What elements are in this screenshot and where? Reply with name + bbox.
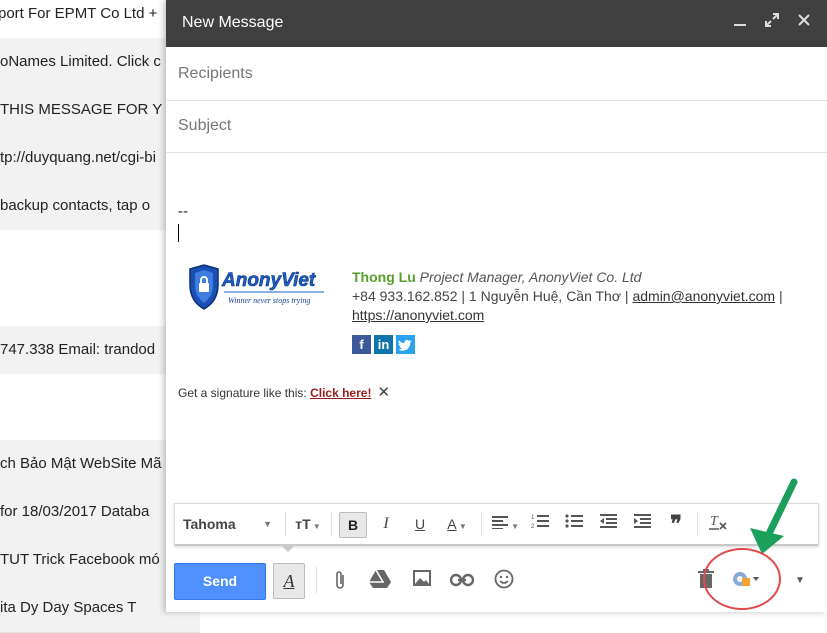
numbered-list-icon[interactable]: 12 <box>527 512 553 536</box>
social-links: f in <box>352 335 415 354</box>
compose-window: New Message Recipients Subject -- AnonyV… <box>166 0 827 612</box>
drive-icon[interactable] <box>368 569 392 593</box>
expand-icon[interactable] <box>763 12 781 33</box>
logo-tagline: Winner never stops trying <box>228 296 310 305</box>
signature-separator: -- <box>178 203 188 220</box>
logo-wordmark: AnonyViet <box>221 270 316 291</box>
minimize-icon[interactable] <box>731 12 749 33</box>
chevron-down-icon: ▼ <box>263 519 272 529</box>
recipients-field[interactable]: Recipients <box>166 48 827 101</box>
text-caret <box>178 224 179 242</box>
window-controls <box>731 12 813 33</box>
bold-icon[interactable]: B <box>339 512 367 538</box>
subject-placeholder: Subject <box>178 117 232 134</box>
email-signature: Thong Lu Project Manager, AnonyViet Co. … <box>352 269 783 323</box>
close-icon[interactable] <box>795 12 813 33</box>
company-logo: AnonyViet Winner never stops trying <box>184 263 329 313</box>
compose-titlebar[interactable]: New Message <box>166 0 827 47</box>
promo-link[interactable]: Click here! <box>310 386 371 400</box>
linkedin-icon[interactable]: in <box>374 335 393 354</box>
send-button[interactable]: Send <box>174 563 266 600</box>
svg-text:2: 2 <box>531 524 535 529</box>
twitter-icon[interactable] <box>396 335 415 354</box>
font-select[interactable]: Tahoma ▼ <box>183 512 278 536</box>
toolbar-pointer <box>280 544 296 552</box>
signature-name: Thong Lu <box>352 269 416 285</box>
recipients-placeholder: Recipients <box>178 65 253 82</box>
annotation-arrow <box>750 478 798 554</box>
subject-field[interactable]: Subject <box>166 100 827 153</box>
signature-email-link[interactable]: admin@anonyviet.com <box>632 288 775 304</box>
photo-icon[interactable] <box>410 569 434 593</box>
signature-contact: +84 933.162.852 | 1 Nguyễn Huệ, Cần Thơ … <box>352 288 633 304</box>
signature-role: Project Manager, AnonyViet Co. Ltd <box>419 269 642 285</box>
align-icon[interactable]: ▼ <box>487 512 523 536</box>
bulleted-list-icon[interactable] <box>561 512 587 536</box>
underline-icon[interactable]: U <box>407 512 433 536</box>
annotation-circle <box>703 548 781 610</box>
promo-close-icon[interactable]: ✕ <box>377 384 390 401</box>
svg-text:1: 1 <box>531 515 535 521</box>
size-icon[interactable]: тT ▼ <box>291 512 325 536</box>
signature-promo: Get a signature like this: Click here! ✕ <box>178 384 391 401</box>
svg-text:T: T <box>710 514 719 529</box>
signature-website-link[interactable]: https://anonyviet.com <box>352 307 484 323</box>
formatting-toolbar: Tahoma ▼ тT ▼ B I U A ▼ ▼ 12 ❞ T <box>174 503 819 546</box>
italic-icon[interactable]: I <box>373 512 399 536</box>
formatting-icon[interactable]: A <box>273 563 305 599</box>
indent-less-icon[interactable] <box>595 512 621 536</box>
remove-formatting-icon[interactable]: T <box>705 512 731 536</box>
indent-more-icon[interactable] <box>629 512 655 536</box>
message-body[interactable]: -- AnonyViet Winner never stops trying T… <box>166 153 827 503</box>
compose-title: New Message <box>182 14 284 31</box>
more-options-icon[interactable]: ▼ <box>788 569 812 593</box>
link-icon[interactable] <box>449 569 475 593</box>
attach-icon[interactable] <box>328 569 352 593</box>
emoji-icon[interactable] <box>492 569 516 593</box>
facebook-icon[interactable]: f <box>352 335 371 354</box>
text-color-icon[interactable]: A ▼ <box>439 512 475 536</box>
quote-icon[interactable]: ❞ <box>663 512 689 536</box>
